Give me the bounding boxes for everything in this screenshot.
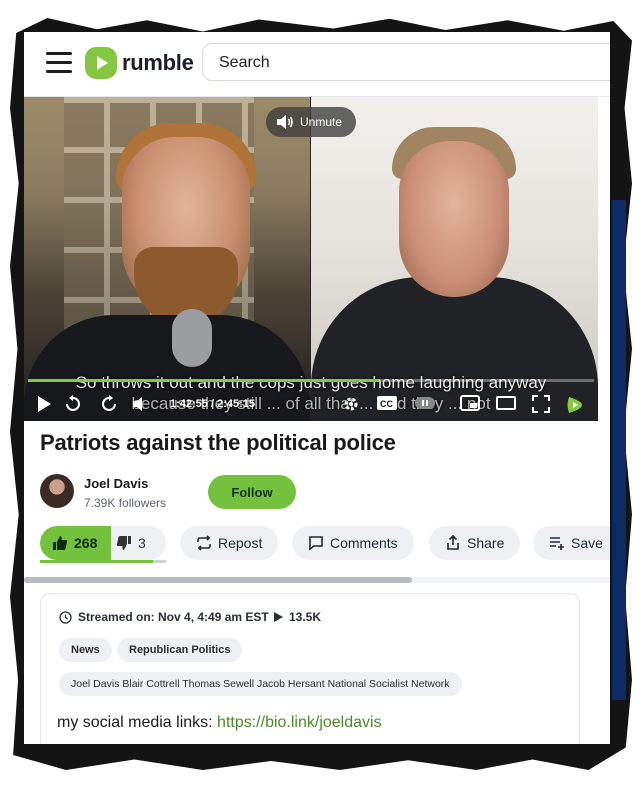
save-button[interactable]: Save: [533, 526, 610, 560]
play-icon[interactable]: [36, 395, 52, 413]
repost-icon: [197, 535, 211, 551]
search-input[interactable]: Search: [202, 43, 610, 81]
fullscreen-icon[interactable]: [532, 395, 550, 413]
progress-bar[interactable]: [28, 379, 594, 382]
rumble-logo[interactable]: rumble: [84, 45, 194, 81]
speaker-icon: [277, 115, 293, 129]
top-header: rumble Search: [24, 32, 610, 97]
guest-face: [399, 141, 509, 297]
volume-icon[interactable]: [132, 395, 148, 413]
view-count: 13.5K: [273, 610, 321, 624]
save-label: Save: [571, 535, 603, 551]
like-button[interactable]: 268: [40, 526, 111, 560]
comments-label: Comments: [330, 535, 398, 551]
tag-republican-politics[interactable]: Republican Politics: [117, 638, 243, 662]
tag-news[interactable]: News: [59, 638, 112, 662]
share-label: Share: [467, 535, 505, 551]
dislike-button[interactable]: 3: [116, 526, 146, 560]
picture-in-picture-icon[interactable]: [460, 395, 480, 411]
dislike-count: 3: [138, 535, 146, 551]
unmute-label: Unmute: [300, 115, 343, 129]
hamburger-menu-icon[interactable]: [46, 52, 72, 74]
channel-avatar[interactable]: [40, 474, 74, 508]
progress-fill: [28, 379, 379, 382]
views-text: 13.5K: [289, 610, 322, 624]
vote-ratio-bar: [40, 560, 166, 563]
rumble-logo-icon: [85, 47, 117, 79]
streamed-text: Streamed on: Nov 4, 4:49 am EST: [78, 610, 269, 624]
time-display: 1:42:55 / 2:45:15: [170, 398, 255, 410]
share-icon: [447, 535, 459, 550]
microphone: [172, 309, 212, 367]
streamed-date: Streamed on: Nov 4, 4:49 am EST: [59, 610, 269, 624]
keywords-tag: Joel Davis Blair Cottrell Thomas Sewell …: [59, 672, 462, 696]
video-details-card: Streamed on: Nov 4, 4:49 am EST 13.5K Ne…: [40, 593, 580, 744]
comment-icon: [309, 536, 323, 551]
scrollbar-thumb[interactable]: [24, 577, 412, 583]
player-controls: 1:42:55 / 2:45:15 CC: [24, 393, 598, 419]
closed-captions-icon[interactable]: CC: [376, 395, 398, 411]
like-count: 268: [74, 535, 98, 551]
rumble-player-logo-icon[interactable]: [566, 395, 584, 415]
video-player[interactable]: Unmute So throws it out and the cops jus…: [24, 97, 598, 421]
forward-icon[interactable]: [100, 395, 118, 413]
channel-name[interactable]: Joel Davis: [84, 476, 148, 491]
repost-button[interactable]: Repost: [180, 526, 279, 560]
follow-button[interactable]: Follow: [208, 475, 296, 509]
follower-count: 7.39K followers: [84, 496, 167, 510]
rewind-icon[interactable]: [64, 395, 82, 413]
video-title: Patriots against the political police: [40, 430, 396, 455]
social-link[interactable]: https://bio.link/joeldavis: [217, 714, 382, 731]
description-prefix: my social media links:: [57, 714, 218, 731]
share-button[interactable]: Share: [429, 526, 521, 560]
horizontal-scrollbar[interactable]: [24, 577, 610, 583]
play-views-icon: [274, 612, 283, 622]
settings-gear-icon[interactable]: [342, 395, 360, 413]
thumbs-up-icon: [53, 536, 68, 550]
background-edge: [612, 200, 626, 700]
caption-line-1: So throws it out and the cops just goes …: [75, 373, 547, 392]
repost-label: Repost: [218, 535, 263, 551]
rumble-page: rumble Search Unmute So throws it out an…: [24, 32, 610, 744]
thumbs-down-icon: [116, 536, 131, 550]
svg-text:CC: CC: [380, 399, 393, 409]
logo-text: rumble: [122, 50, 194, 75]
clock-icon: [59, 610, 72, 624]
theater-mode-icon[interactable]: [496, 395, 516, 411]
search-placeholder: Search: [219, 54, 270, 71]
playlist-add-icon: [550, 537, 564, 550]
pause-pill-icon[interactable]: [414, 395, 436, 411]
unmute-button[interactable]: Unmute: [266, 107, 357, 137]
description-text: my social media links: https://bio.link/…: [57, 714, 382, 732]
comments-button[interactable]: Comments: [292, 526, 414, 560]
vote-control: 268 3: [40, 526, 166, 560]
